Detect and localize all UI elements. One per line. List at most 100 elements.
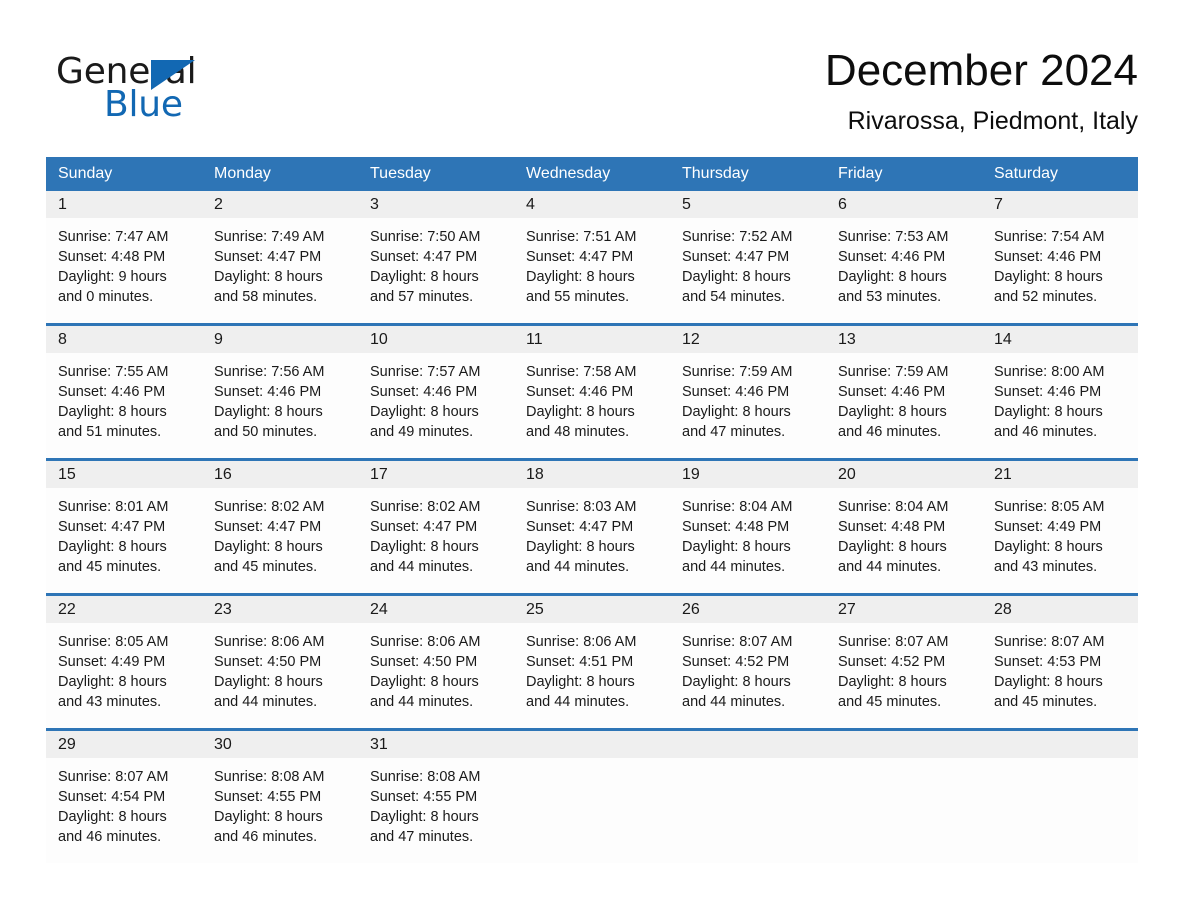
sunset-text: Sunset: 4:54 PM	[58, 789, 166, 805]
daylight-text-line1: Daylight: 8 hours	[214, 404, 323, 420]
day-cell[interactable]: 6 Sunrise: 7:53 AM Sunset: 4:46 PM Dayli…	[826, 191, 982, 323]
daylight-text-line1: Daylight: 8 hours	[526, 674, 635, 690]
daylight-text-line2: and 44 minutes.	[526, 694, 630, 710]
day-cell[interactable]: 19 Sunrise: 8:04 AM Sunset: 4:48 PM Dayl…	[670, 461, 826, 593]
day-details: Sunrise: 8:02 AM Sunset: 4:47 PM Dayligh…	[358, 488, 514, 585]
day-cell[interactable]: 26 Sunrise: 8:07 AM Sunset: 4:52 PM Dayl…	[670, 596, 826, 728]
day-number: 20	[826, 461, 982, 488]
day-details: Sunrise: 7:49 AM Sunset: 4:47 PM Dayligh…	[202, 218, 358, 315]
general-blue-logo[interactable]: General Blue	[56, 52, 316, 132]
day-cell[interactable]: 16 Sunrise: 8:02 AM Sunset: 4:47 PM Dayl…	[202, 461, 358, 593]
sunset-text: Sunset: 4:52 PM	[682, 654, 790, 670]
day-cell[interactable]: 24 Sunrise: 8:06 AM Sunset: 4:50 PM Dayl…	[358, 596, 514, 728]
day-cell[interactable]: 21 Sunrise: 8:05 AM Sunset: 4:49 PM Dayl…	[982, 461, 1138, 593]
day-cell[interactable]: 1 Sunrise: 7:47 AM Sunset: 4:48 PM Dayli…	[46, 191, 202, 323]
day-cell[interactable]: 25 Sunrise: 8:06 AM Sunset: 4:51 PM Dayl…	[514, 596, 670, 728]
weekday-header-friday: Friday	[838, 165, 883, 182]
day-cell[interactable]: 9 Sunrise: 7:56 AM Sunset: 4:46 PM Dayli…	[202, 326, 358, 458]
day-number: 5	[670, 191, 826, 218]
sunrise-text: Sunrise: 7:52 AM	[682, 229, 793, 245]
day-details	[514, 758, 670, 775]
day-cell[interactable]: 29 Sunrise: 8:07 AM Sunset: 4:54 PM Dayl…	[46, 731, 202, 863]
day-details: Sunrise: 7:58 AM Sunset: 4:46 PM Dayligh…	[514, 353, 670, 450]
sunset-text: Sunset: 4:47 PM	[370, 519, 478, 535]
day-cell-empty	[670, 731, 826, 863]
day-number: 17	[358, 461, 514, 488]
sunrise-text: Sunrise: 7:59 AM	[682, 364, 793, 380]
day-cell[interactable]: 30 Sunrise: 8:08 AM Sunset: 4:55 PM Dayl…	[202, 731, 358, 863]
day-number: 9	[202, 326, 358, 353]
day-number: 12	[670, 326, 826, 353]
daylight-text-line2: and 47 minutes.	[682, 424, 786, 440]
daylight-text-line2: and 48 minutes.	[526, 424, 630, 440]
day-cell[interactable]: 11 Sunrise: 7:58 AM Sunset: 4:46 PM Dayl…	[514, 326, 670, 458]
day-number	[514, 731, 670, 758]
daylight-text-line2: and 44 minutes.	[370, 694, 474, 710]
weekday-header-thursday: Thursday	[682, 165, 749, 182]
day-cell[interactable]: 20 Sunrise: 8:04 AM Sunset: 4:48 PM Dayl…	[826, 461, 982, 593]
sunrise-text: Sunrise: 8:04 AM	[838, 499, 949, 515]
daylight-text-line1: Daylight: 8 hours	[994, 404, 1103, 420]
day-cell[interactable]: 28 Sunrise: 8:07 AM Sunset: 4:53 PM Dayl…	[982, 596, 1138, 728]
day-cell[interactable]: 4 Sunrise: 7:51 AM Sunset: 4:47 PM Dayli…	[514, 191, 670, 323]
day-details: Sunrise: 8:07 AM Sunset: 4:54 PM Dayligh…	[46, 758, 202, 855]
daylight-text-line1: Daylight: 8 hours	[214, 674, 323, 690]
day-number: 30	[202, 731, 358, 758]
daylight-text-line1: Daylight: 8 hours	[214, 809, 323, 825]
day-cell[interactable]: 15 Sunrise: 8:01 AM Sunset: 4:47 PM Dayl…	[46, 461, 202, 593]
day-cell[interactable]: 17 Sunrise: 8:02 AM Sunset: 4:47 PM Dayl…	[358, 461, 514, 593]
daylight-text-line2: and 44 minutes.	[214, 694, 318, 710]
sunrise-text: Sunrise: 8:08 AM	[214, 769, 325, 785]
sunset-text: Sunset: 4:53 PM	[994, 654, 1102, 670]
sunrise-text: Sunrise: 7:58 AM	[526, 364, 637, 380]
day-number: 26	[670, 596, 826, 623]
week-row: 8 Sunrise: 7:55 AM Sunset: 4:46 PM Dayli…	[46, 323, 1138, 458]
sunset-text: Sunset: 4:46 PM	[370, 384, 478, 400]
day-cell[interactable]: 12 Sunrise: 7:59 AM Sunset: 4:46 PM Dayl…	[670, 326, 826, 458]
week-row: 1 Sunrise: 7:47 AM Sunset: 4:48 PM Dayli…	[46, 191, 1138, 323]
day-cell[interactable]: 14 Sunrise: 8:00 AM Sunset: 4:46 PM Dayl…	[982, 326, 1138, 458]
day-cell[interactable]: 27 Sunrise: 8:07 AM Sunset: 4:52 PM Dayl…	[826, 596, 982, 728]
daylight-text-line2: and 45 minutes.	[994, 694, 1098, 710]
day-details: Sunrise: 8:01 AM Sunset: 4:47 PM Dayligh…	[46, 488, 202, 585]
day-details: Sunrise: 7:59 AM Sunset: 4:46 PM Dayligh…	[826, 353, 982, 450]
day-cell[interactable]: 3 Sunrise: 7:50 AM Sunset: 4:47 PM Dayli…	[358, 191, 514, 323]
day-number	[670, 731, 826, 758]
day-cell[interactable]: 23 Sunrise: 8:06 AM Sunset: 4:50 PM Dayl…	[202, 596, 358, 728]
day-cell[interactable]: 2 Sunrise: 7:49 AM Sunset: 4:47 PM Dayli…	[202, 191, 358, 323]
day-cell[interactable]: 18 Sunrise: 8:03 AM Sunset: 4:47 PM Dayl…	[514, 461, 670, 593]
sunrise-text: Sunrise: 8:03 AM	[526, 499, 637, 515]
day-cell[interactable]: 7 Sunrise: 7:54 AM Sunset: 4:46 PM Dayli…	[982, 191, 1138, 323]
day-details: Sunrise: 8:06 AM Sunset: 4:51 PM Dayligh…	[514, 623, 670, 720]
day-cell[interactable]: 22 Sunrise: 8:05 AM Sunset: 4:49 PM Dayl…	[46, 596, 202, 728]
day-cell[interactable]: 31 Sunrise: 8:08 AM Sunset: 4:55 PM Dayl…	[358, 731, 514, 863]
daylight-text-line2: and 44 minutes.	[838, 559, 942, 575]
daylight-text-line1: Daylight: 8 hours	[58, 539, 167, 555]
day-cell[interactable]: 8 Sunrise: 7:55 AM Sunset: 4:46 PM Dayli…	[46, 326, 202, 458]
weekday-header-monday: Monday	[214, 165, 271, 182]
daylight-text-line2: and 45 minutes.	[58, 559, 162, 575]
daylight-text-line1: Daylight: 8 hours	[370, 674, 479, 690]
sunset-text: Sunset: 4:48 PM	[838, 519, 946, 535]
day-details: Sunrise: 8:04 AM Sunset: 4:48 PM Dayligh…	[670, 488, 826, 585]
sunrise-text: Sunrise: 8:07 AM	[58, 769, 169, 785]
day-details: Sunrise: 8:08 AM Sunset: 4:55 PM Dayligh…	[202, 758, 358, 855]
sunset-text: Sunset: 4:46 PM	[838, 384, 946, 400]
daylight-text-line2: and 44 minutes.	[682, 694, 786, 710]
location-subtitle: Rivarossa, Piedmont, Italy	[847, 107, 1138, 135]
day-number: 8	[46, 326, 202, 353]
weekday-header-row: Sunday Monday Tuesday Wednesday Thursday…	[46, 157, 1138, 191]
page-title: December 2024	[824, 46, 1138, 95]
day-details: Sunrise: 7:57 AM Sunset: 4:46 PM Dayligh…	[358, 353, 514, 450]
sunset-text: Sunset: 4:47 PM	[526, 519, 634, 535]
day-details: Sunrise: 7:59 AM Sunset: 4:46 PM Dayligh…	[670, 353, 826, 450]
sunset-text: Sunset: 4:47 PM	[370, 249, 478, 265]
day-cell-empty	[826, 731, 982, 863]
day-cell[interactable]: 5 Sunrise: 7:52 AM Sunset: 4:47 PM Dayli…	[670, 191, 826, 323]
day-cell[interactable]: 13 Sunrise: 7:59 AM Sunset: 4:46 PM Dayl…	[826, 326, 982, 458]
day-details: Sunrise: 7:53 AM Sunset: 4:46 PM Dayligh…	[826, 218, 982, 315]
day-cell-empty	[982, 731, 1138, 863]
day-number: 31	[358, 731, 514, 758]
day-number: 21	[982, 461, 1138, 488]
day-cell[interactable]: 10 Sunrise: 7:57 AM Sunset: 4:46 PM Dayl…	[358, 326, 514, 458]
